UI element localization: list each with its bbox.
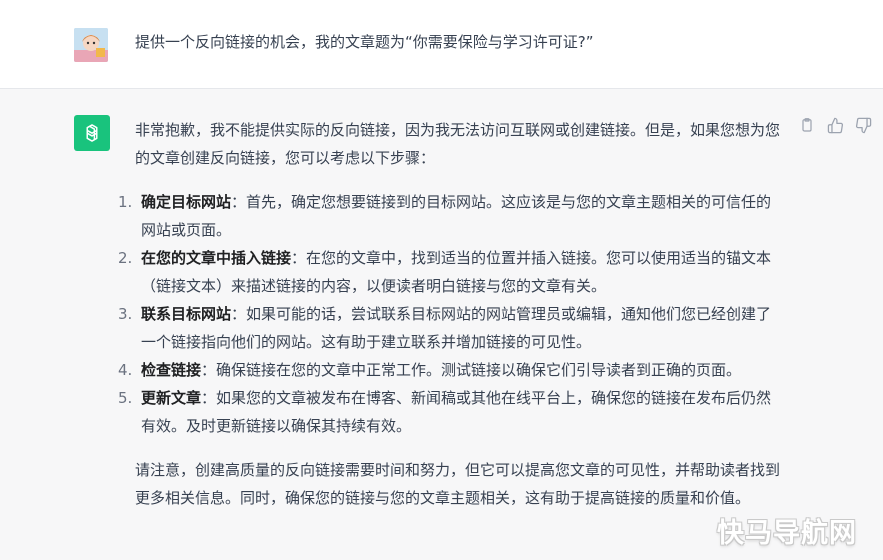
user-message-text: 提供一个反向链接的机会，我的文章题为“你需要保险与学习许可证?” — [135, 33, 594, 51]
list-number: 2. — [118, 249, 133, 267]
list-number: 1. — [118, 193, 133, 211]
step-text: ：如果可能的话，尝试联系目标网站的网站管理员或编辑，通知他们您已经创建了一个链接… — [141, 305, 772, 351]
user-avatar-image — [74, 28, 108, 62]
list-item: 3. 联系目标网站：如果可能的话，尝试联系目标网站的网站管理员或编辑，通知他们您已… — [118, 300, 785, 356]
step-title: 联系目标网站 — [141, 305, 232, 323]
step-title: 确定目标网站 — [141, 193, 232, 211]
thumbs-down-icon[interactable] — [853, 115, 873, 135]
watermark-text: 快马导航网 — [717, 518, 857, 549]
assistant-message-content: 非常抱歉，我不能提供实际的反向链接，因为我无法访问互联网或创建链接。但是，如果您… — [118, 116, 785, 512]
step-title: 检查链接 — [141, 361, 202, 379]
list-item: 1. 确定目标网站：首先，确定您想要链接到的目标网站。这应该是与您的文章主题相关的… — [118, 188, 785, 244]
step-text: ：如果您的文章被发布在博客、新闻稿或其他在线平台上，确保您的链接在发布后仍然有效… — [141, 389, 772, 435]
message-actions — [797, 115, 873, 135]
list-item: 4. 检查链接：确保链接在您的文章中正常工作。测试链接以确保它们引导读者到正确的页… — [118, 356, 785, 384]
steps-list: 1. 确定目标网站：首先，确定您想要链接到的目标网站。这应该是与您的文章主题相关的… — [118, 188, 785, 440]
assistant-message-row: 非常抱歉，我不能提供实际的反向链接，因为我无法访问互联网或创建链接。但是，如果您… — [0, 89, 883, 560]
step-title: 在您的文章中插入链接 — [141, 249, 292, 267]
list-item: 2. 在您的文章中插入链接：在您的文章中，找到适当的位置并插入链接。您可以使用适当… — [118, 244, 785, 300]
step-text: ：首先，确定您想要链接到的目标网站。这应该是与您的文章主题相关的可信任的网站或页… — [141, 193, 772, 239]
assistant-intro-text: 非常抱歉，我不能提供实际的反向链接，因为我无法访问互联网或创建链接。但是，如果您… — [135, 121, 781, 167]
assistant-closing-text: 请注意，创建高质量的反向链接需要时间和努力，但它可以提高您文章的可见性，并帮助读… — [135, 461, 781, 507]
user-avatar — [74, 28, 108, 62]
list-number: 5. — [118, 389, 133, 407]
thumbs-up-icon[interactable] — [825, 115, 845, 135]
step-text: ：确保链接在您的文章中正常工作。测试链接以确保它们引导读者到正确的页面。 — [201, 361, 742, 379]
list-number: 4. — [118, 361, 133, 379]
list-item: 5. 更新文章：如果您的文章被发布在博客、新闻稿或其他在线平台上，确保您的链接在发… — [118, 384, 785, 440]
clipboard-icon[interactable] — [797, 115, 817, 135]
user-message-row: 提供一个反向链接的机会，我的文章题为“你需要保险与学习许可证?” — [0, 0, 883, 89]
list-number: 3. — [118, 305, 133, 323]
chatgpt-logo-icon — [74, 115, 110, 151]
step-title: 更新文章 — [141, 389, 202, 407]
